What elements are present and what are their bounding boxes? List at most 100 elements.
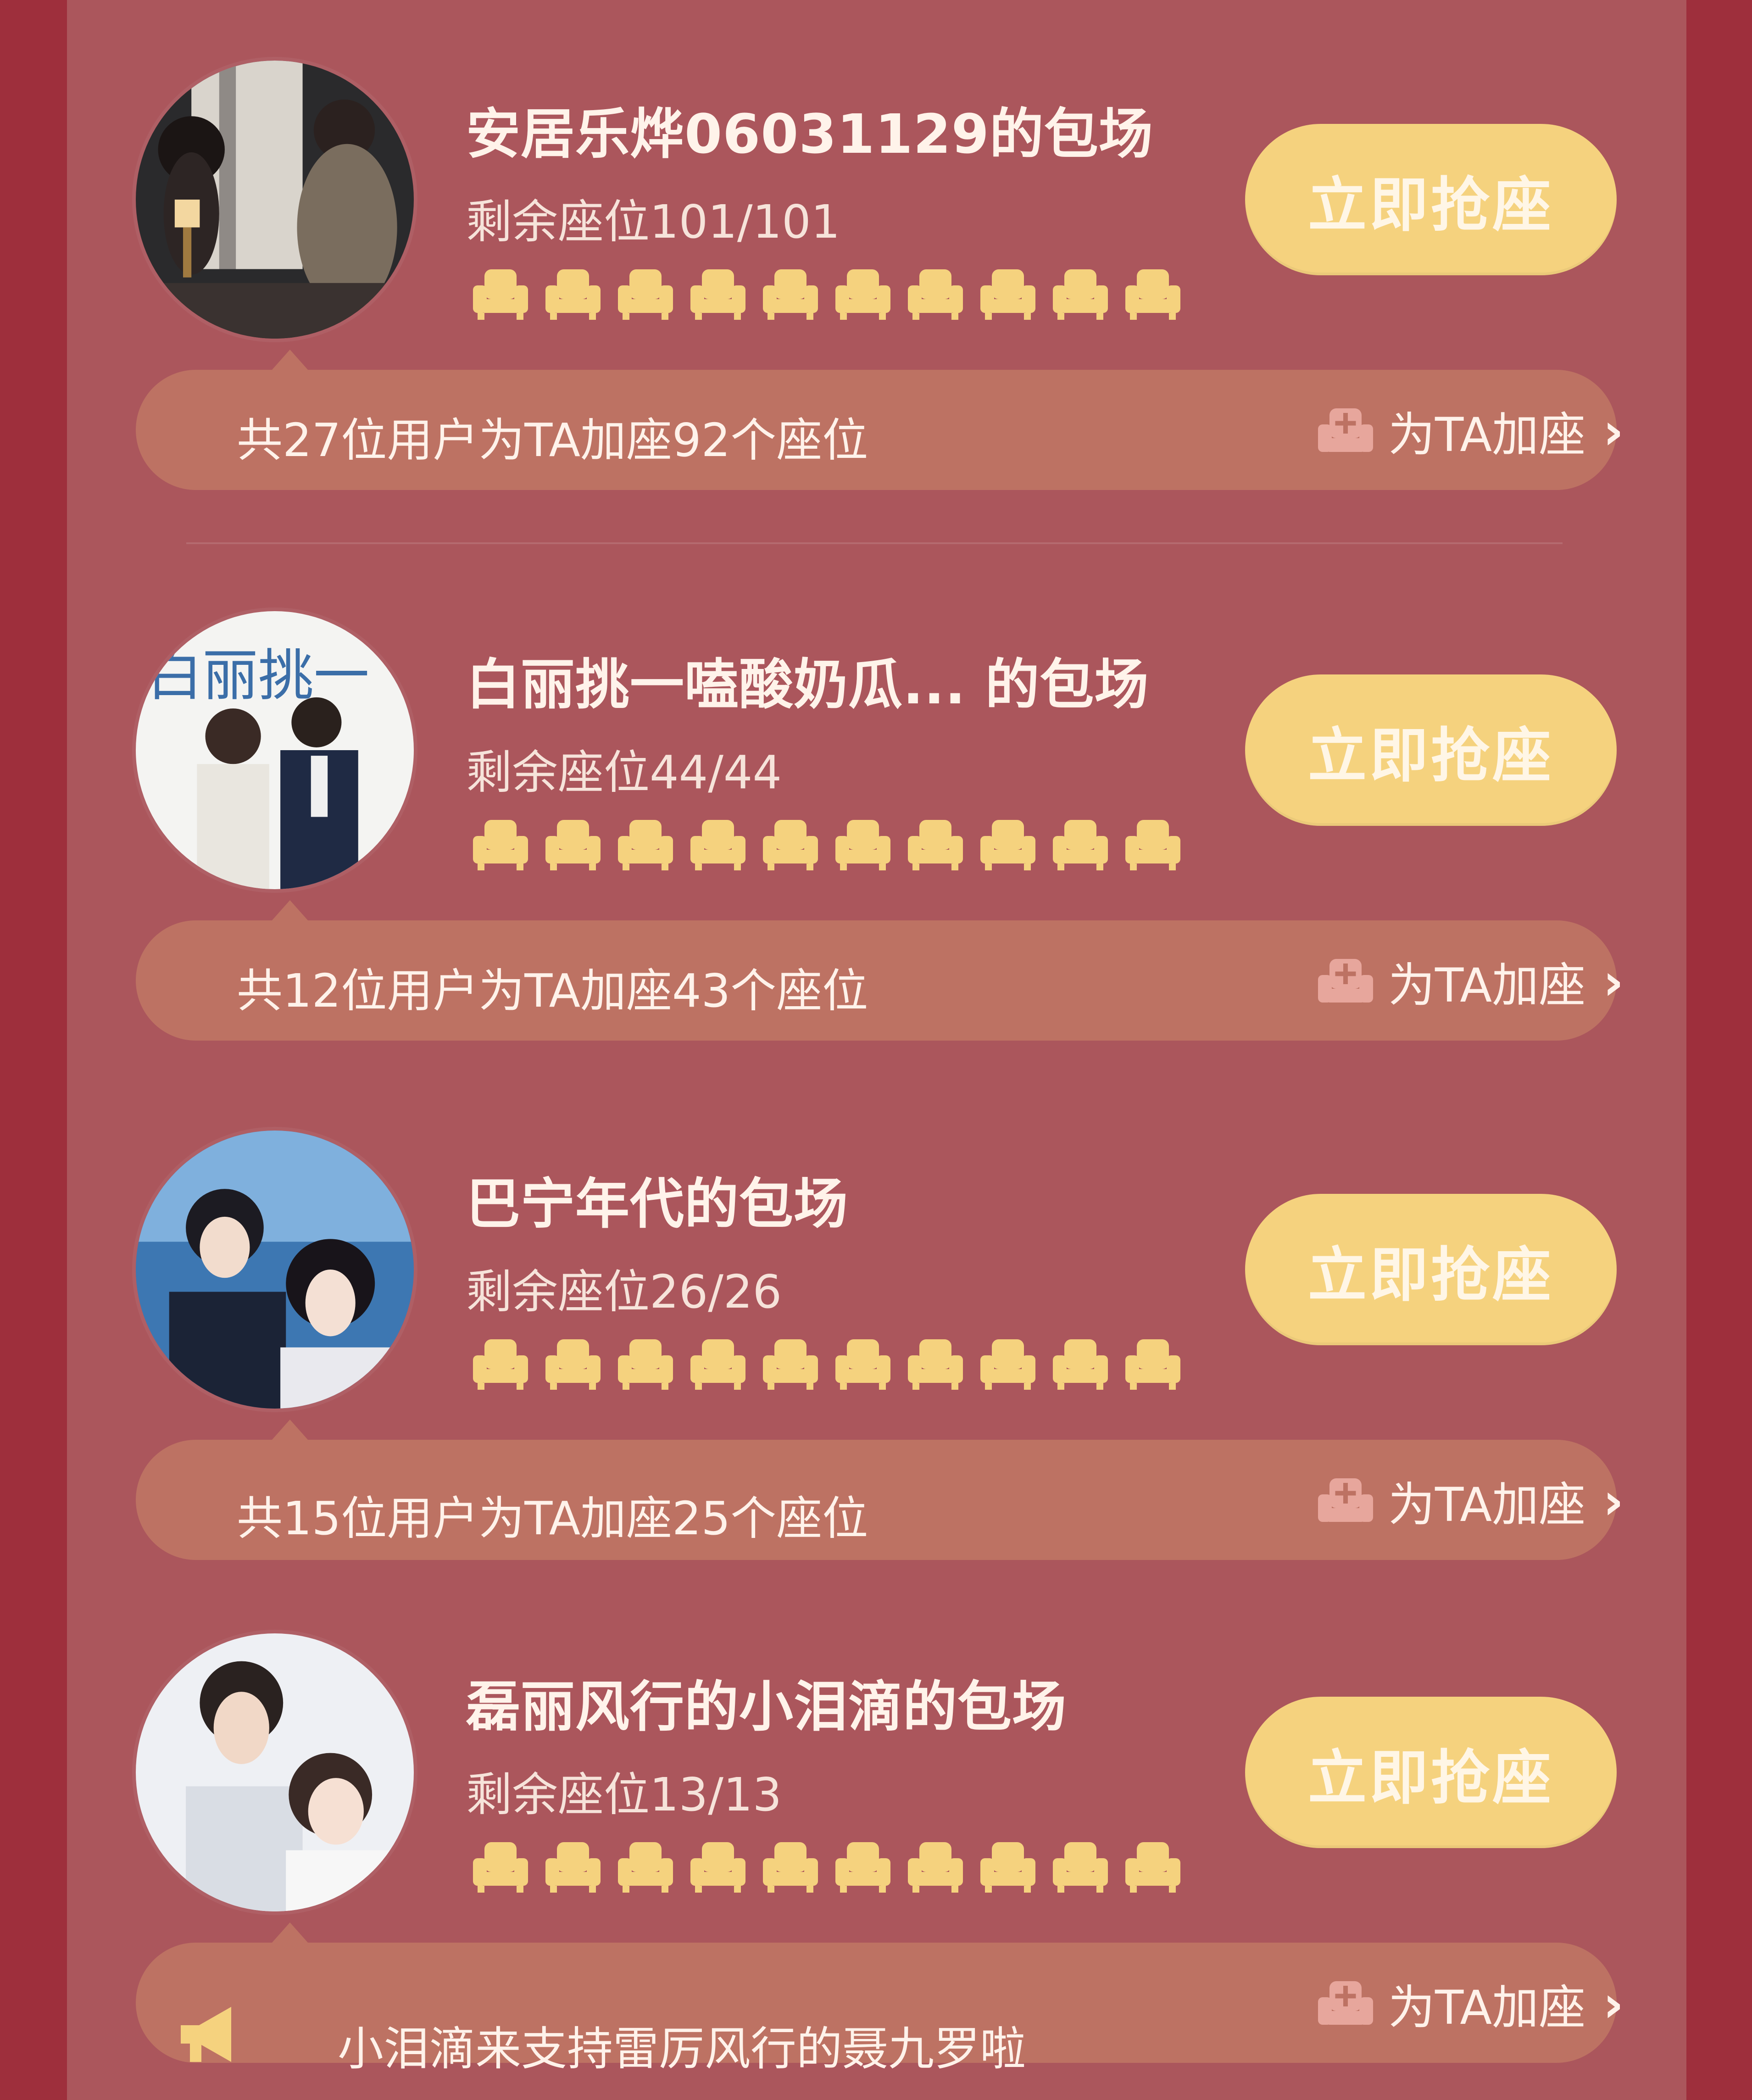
party-title: 安居乐烨06031129的包场 [466, 102, 1153, 166]
chevron-right-icon: › [1603, 1974, 1624, 2033]
sofa-seat-icon [473, 1842, 528, 1893]
info-text: 共27位用户为TA加座92个座位 [237, 413, 868, 467]
party-title: 巴宁年代的包场 [466, 1172, 849, 1236]
sofa-seat-icon [980, 1842, 1035, 1893]
sofa-seat-icon [763, 269, 818, 320]
remaining-seats: 剩余座位101/101 [466, 195, 840, 249]
avatar-image-couple-blue [136, 1131, 414, 1409]
party-card: 巴宁年代的包场 剩余座位26/26 立即抢座 共15位用户为TA加座25个座位 … [67, 1070, 1686, 1575]
add-seat-icon [1318, 1478, 1373, 1522]
party-title: 白丽挑一嗑酸奶瓜... 的包场 [466, 653, 1149, 716]
grab-seat-button[interactable]: 立即抢座 [1245, 1697, 1617, 1848]
info-bar: 共12位用户为TA加座43个座位 为TA加座 › [136, 920, 1624, 1041]
add-seat-link[interactable]: 为TA加座 › [1316, 1970, 1624, 2038]
avatar[interactable] [136, 61, 414, 339]
bar-pointer [272, 900, 308, 921]
sofa-seat-icon [473, 269, 528, 320]
grab-seat-button[interactable]: 立即抢座 [1245, 124, 1617, 275]
sofa-seat-icon [473, 1339, 528, 1390]
sofa-seat-icon [618, 1842, 673, 1893]
grab-seat-button[interactable]: 立即抢座 [1245, 1194, 1617, 1345]
avatar[interactable] [136, 1633, 414, 1911]
seat-row [471, 1332, 1183, 1392]
info-text: 共12位用户为TA加座43个座位 [237, 964, 868, 1018]
sofa-seat-icon [980, 1339, 1035, 1390]
megaphone-icon [181, 2007, 231, 2062]
sofa-seat-icon [835, 820, 890, 870]
sofa-seat-icon [763, 1842, 818, 1893]
seat-row [471, 1835, 1183, 1895]
sofa-seat-icon [1053, 820, 1108, 870]
bar-pointer [272, 350, 308, 370]
seat-row [471, 262, 1183, 322]
avatar-image-cafe-scene [136, 61, 414, 339]
add-seat-link[interactable]: 为TA加座 › [1316, 397, 1624, 465]
sofa-seat-icon [763, 1339, 818, 1390]
remaining-seats: 剩余座位26/26 [466, 1265, 782, 1319]
remaining-seats: 剩余座位13/13 [466, 1768, 782, 1821]
sofa-seat-icon [980, 269, 1035, 320]
sofa-seat-icon [908, 1339, 963, 1390]
sofa-seat-icon [545, 1339, 601, 1390]
add-seat-label: 为TA加座 [1388, 1478, 1586, 1532]
add-seat-label: 为TA加座 [1388, 958, 1586, 1013]
info-bar: 共27位用户为TA加座92个座位 为TA加座 › [136, 370, 1624, 490]
sofa-seat-icon [618, 269, 673, 320]
divider [186, 542, 1563, 544]
add-seat-label: 为TA加座 [1388, 1981, 1586, 2035]
sofa-seat-icon [690, 820, 745, 870]
sofa-seat-icon [908, 820, 963, 870]
remaining-seats: 剩余座位44/44 [466, 746, 782, 799]
sofa-seat-icon [908, 1842, 963, 1893]
sofa-seat-icon [1125, 820, 1180, 870]
sofa-seat-icon [545, 820, 601, 870]
sofa-seat-icon [835, 1339, 890, 1390]
sofa-seat-icon [545, 269, 601, 320]
add-seat-icon [1318, 958, 1373, 1003]
party-card: 磊丽风行的小泪滴的包场 剩余座位13/13 立即抢座 小泪滴来支持雷厉风行的聂九… [67, 1573, 1686, 2078]
sofa-seat-icon [618, 820, 673, 870]
sofa-seat-icon [908, 269, 963, 320]
party-card: 安居乐烨06031129的包场 剩余座位101/101 立即抢座 共27位用户为… [67, 0, 1686, 544]
sofa-seat-icon [473, 820, 528, 870]
sofa-seat-icon [980, 820, 1035, 870]
chevron-right-icon: › [1603, 1471, 1624, 1531]
party-title: 磊丽风行的小泪滴的包场 [466, 1675, 1067, 1738]
sofa-seat-icon [1053, 1339, 1108, 1390]
bar-pointer [272, 1922, 308, 1943]
sofa-seat-icon [545, 1842, 601, 1893]
sofa-seat-icon [835, 1842, 890, 1893]
party-card: 白丽挑一 白丽挑一嗑酸奶瓜... 的包场 剩余座位44/44 立即抢座 共12位… [67, 551, 1686, 1055]
sofa-seat-icon [835, 269, 890, 320]
seat-row [471, 813, 1183, 873]
add-seat-icon [1318, 1981, 1373, 2025]
add-seat-icon [1318, 408, 1373, 452]
avatar-image-poster: 白丽挑一 [136, 611, 414, 889]
info-text: 共15位用户为TA加座25个座位 [237, 1492, 868, 1545]
avatar[interactable]: 白丽挑一 [136, 611, 414, 889]
info-text: 小泪滴来支持雷厉风行的聂九罗啦 [338, 2022, 1026, 2076]
sofa-seat-icon [1125, 1842, 1180, 1893]
sofa-seat-icon [1125, 269, 1180, 320]
sofa-seat-icon [1053, 269, 1108, 320]
add-seat-label: 为TA加座 [1388, 408, 1586, 462]
avatar[interactable] [136, 1131, 414, 1409]
sofa-seat-icon [763, 820, 818, 870]
info-bar: 小泪滴来支持雷厉风行的聂九罗啦 为TA加座 › [136, 1943, 1624, 2076]
sofa-seat-icon [690, 269, 745, 320]
avatar-image-couple-light [136, 1633, 414, 1911]
sofa-seat-icon [690, 1842, 745, 1893]
chevron-right-icon: › [1603, 401, 1624, 461]
info-bar: 共15位用户为TA加座25个座位 为TA加座 › [136, 1440, 1624, 1560]
sofa-seat-icon [690, 1339, 745, 1390]
party-list-panel: 安居乐烨06031129的包场 剩余座位101/101 立即抢座 共27位用户为… [67, 0, 1686, 2100]
add-seat-link[interactable]: 为TA加座 › [1316, 1467, 1624, 1535]
avatar-poster-text: 白丽挑一 [147, 643, 369, 708]
grab-seat-button[interactable]: 立即抢座 [1245, 674, 1617, 826]
add-seat-link[interactable]: 为TA加座 › [1316, 948, 1624, 1015]
sofa-seat-icon [1053, 1842, 1108, 1893]
sofa-seat-icon [1125, 1339, 1180, 1390]
chevron-right-icon: › [1603, 952, 1624, 1011]
sofa-seat-icon [618, 1339, 673, 1390]
bar-pointer [272, 1420, 308, 1440]
